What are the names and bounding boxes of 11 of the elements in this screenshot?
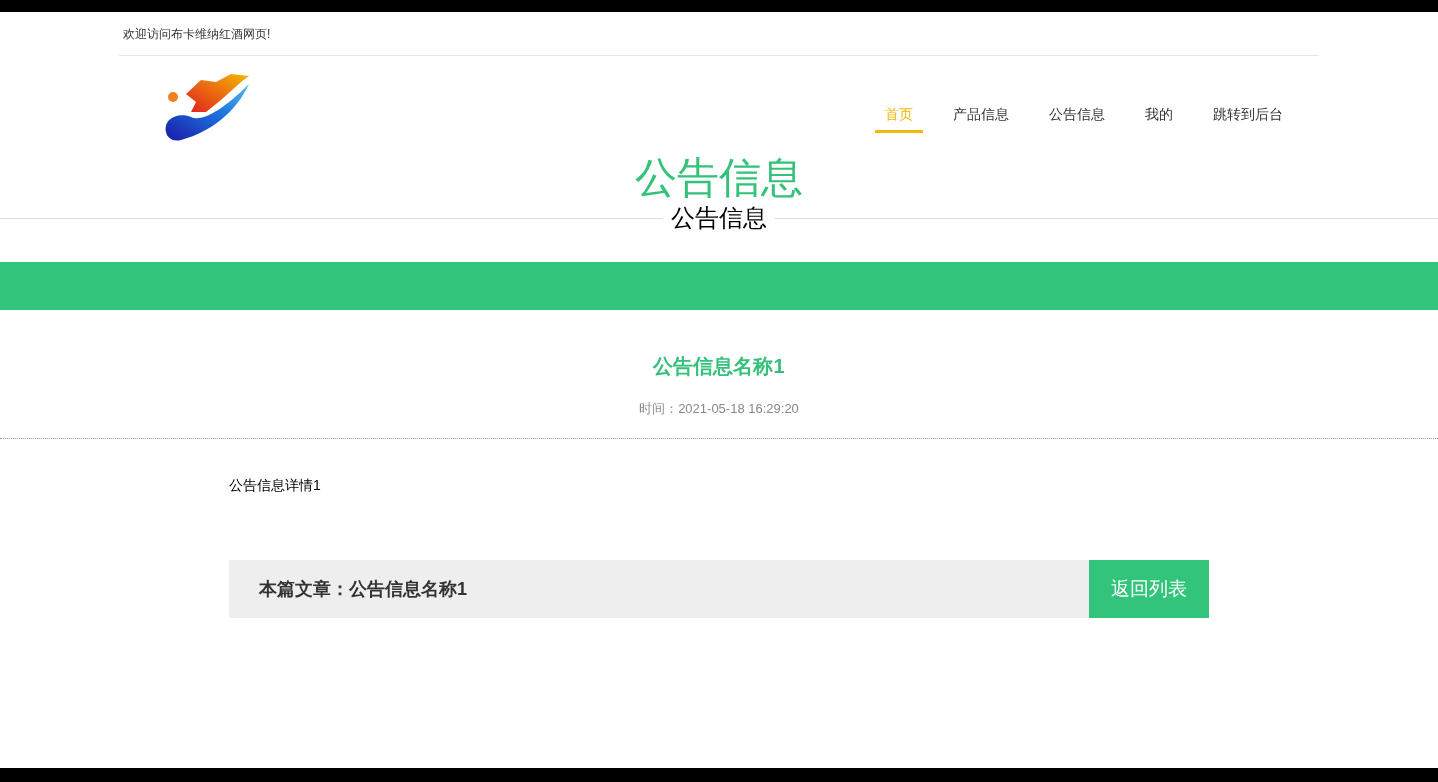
article-body: 公告信息详情1: [229, 477, 321, 493]
page-subtitle: 公告信息: [670, 203, 768, 233]
article-time: 时间：2021-05-18 16:29:20: [639, 401, 799, 416]
nav-link[interactable]: 产品信息: [943, 100, 1019, 133]
nav-link[interactable]: 跳转到后台: [1203, 100, 1293, 133]
welcome-text: 欢迎访问布卡维纳红酒网页!: [123, 25, 271, 43]
nav-link[interactable]: 我的: [1135, 100, 1183, 133]
nav-link[interactable]: 公告信息: [1039, 100, 1115, 133]
article-title: 公告信息名称1: [653, 355, 785, 377]
page-title: 公告信息: [635, 154, 803, 201]
current-article-text: 本篇文章：公告信息名称1: [258, 577, 467, 601]
